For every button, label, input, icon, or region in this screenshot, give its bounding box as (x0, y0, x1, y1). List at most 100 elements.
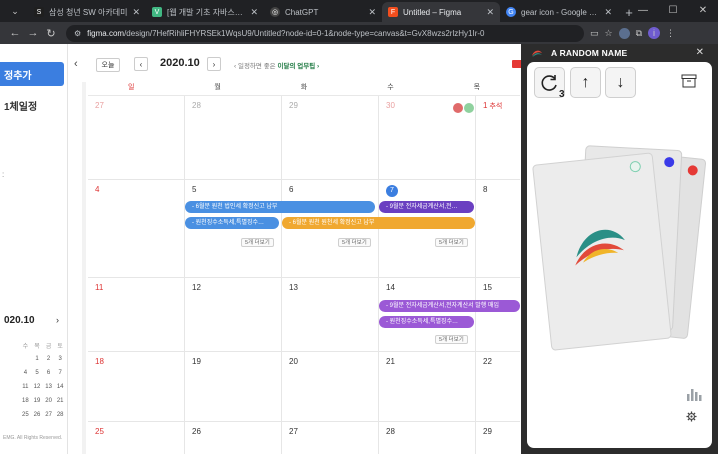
url-host: figma.com (87, 28, 125, 38)
mini-day[interactable]: 21 (54, 398, 66, 404)
day-cell[interactable]: 12 (185, 278, 282, 351)
day-cell[interactable]: 25 (88, 422, 185, 454)
mini-day[interactable]: 20 (43, 398, 55, 404)
day-cell[interactable]: 4 (88, 180, 185, 277)
move-down-button[interactable]: ↓ (605, 67, 636, 98)
tab-favicon: ◎ (270, 7, 280, 17)
refresh-icon (541, 74, 557, 91)
mini-next-button[interactable]: › (56, 315, 59, 325)
mini-day[interactable]: 14 (54, 384, 66, 390)
maximize-icon[interactable]: ☐ (658, 0, 688, 22)
day-cell[interactable]: 21 (379, 352, 476, 421)
close-window-icon[interactable]: ✕ (688, 0, 718, 22)
calendar-scrollbar[interactable] (82, 82, 86, 454)
more-events-link[interactable]: 5개 더보기 (435, 335, 468, 344)
tab-title: gear icon - Google Search (521, 7, 600, 17)
mini-day[interactable]: 11 (20, 384, 32, 390)
tip-link[interactable]: 이달의 업무팁 › (277, 63, 319, 70)
tab-google[interactable]: G gear icon - Google Search ✕ (500, 2, 618, 22)
mini-dow: 목 (34, 343, 40, 350)
prev-month-button[interactable]: ‹ (134, 57, 148, 71)
mini-day[interactable]: 6 (43, 370, 55, 376)
add-event-button[interactable]: 정추가 (0, 62, 64, 86)
event-chip[interactable]: - 원천징수소득세,특별징수… (379, 316, 474, 328)
mini-dow: 금 (45, 343, 52, 350)
back-icon[interactable]: ← (6, 27, 24, 39)
day-cell[interactable]: 11 (88, 278, 185, 351)
tab-samsung[interactable]: S 삼성 청년 SW 아카데미 ✕ (28, 2, 146, 22)
stats-icon[interactable] (686, 387, 702, 401)
minimize-icon[interactable]: — (628, 0, 658, 22)
tab-web-basics[interactable]: V [웹 개발 기초 자바스크립 ✕ (146, 2, 264, 22)
day-number: 13 (289, 283, 298, 292)
tab-search-button[interactable]: ⌄ (5, 1, 25, 21)
more-menu-icon[interactable]: ⋮ (666, 28, 675, 39)
more-events-link[interactable]: 5개 더보기 (435, 238, 468, 247)
tab-chatgpt[interactable]: ◎ ChatGPT ✕ (264, 2, 382, 22)
collapse-sidebar-button[interactable]: ‹ (74, 58, 78, 70)
mini-day[interactable]: 25 (20, 412, 32, 418)
mini-day[interactable]: 12 (31, 384, 43, 390)
close-icon[interactable]: ✕ (132, 7, 140, 18)
extensions-puzzle-icon[interactable]: ⧉ (636, 28, 642, 39)
day-number: 6 (289, 185, 294, 194)
mini-day[interactable]: 19 (31, 398, 43, 404)
mini-day[interactable]: 27 (43, 412, 55, 418)
close-icon[interactable]: ✕ (696, 47, 704, 58)
extension-icon[interactable] (618, 27, 630, 39)
day-number: 5 (192, 185, 197, 194)
url-input[interactable]: ⚙ figma.com/design/7HefRihliFHYRSEk1WqsU… (66, 24, 584, 42)
day-cell[interactable]: 27 (88, 96, 185, 179)
event-chip[interactable]: - 9월분 전자세금계산서,전… (379, 201, 474, 213)
reload-icon[interactable]: ↻ (42, 27, 60, 40)
day-cell[interactable]: 29 (282, 96, 379, 179)
window-controls: — ☐ ✕ (628, 0, 718, 22)
day-number-text: 1 (483, 101, 488, 110)
mini-day[interactable]: 13 (43, 384, 55, 390)
close-icon[interactable]: ✕ (604, 7, 612, 18)
avatar[interactable]: i (648, 27, 661, 39)
card-stack[interactable] (527, 142, 712, 382)
archive-icon[interactable] (681, 74, 697, 88)
tip-banner[interactable]: ‹ 일정하면 좋은 이달의 업무팁 › (234, 60, 319, 70)
day-cell[interactable]: 20 (282, 352, 379, 421)
close-icon[interactable]: ✕ (250, 7, 258, 18)
shuffle-button[interactable]: 3 (534, 67, 565, 100)
day-cell[interactable]: 28 (379, 422, 476, 454)
day-cell[interactable]: 26 (185, 422, 282, 454)
mini-day[interactable]: 7 (54, 370, 66, 376)
day-cell[interactable]: 18 (88, 352, 185, 421)
day-cell[interactable]: 27 (282, 422, 379, 454)
day-cell[interactable]: 28 (185, 96, 282, 179)
site-info-icon[interactable]: ⚙ (74, 29, 81, 38)
day-cell[interactable]: 19 (185, 352, 282, 421)
install-icon[interactable]: ▭ (590, 28, 599, 39)
next-month-button[interactable]: › (207, 57, 221, 71)
event-chip[interactable]: - 원천징수소득세,특별징수… (185, 217, 279, 229)
mini-day[interactable]: 18 (20, 398, 32, 404)
close-icon[interactable]: ✕ (486, 7, 494, 18)
bookmark-star-icon[interactable]: ☆ (605, 28, 613, 39)
event-chip[interactable]: - 6월분 원천 원천세 확정신고 납부 (282, 217, 475, 229)
mini-day[interactable]: 26 (31, 412, 43, 418)
mini-day[interactable]: 2 (43, 356, 55, 362)
more-events-link[interactable]: 5개 더보기 (338, 238, 371, 247)
day-cell[interactable]: 13 (282, 278, 379, 351)
close-icon[interactable]: ✕ (368, 7, 376, 18)
more-events-link[interactable]: 5개 더보기 (241, 238, 274, 247)
mini-day[interactable]: 1 (31, 356, 43, 362)
event-chip[interactable]: - 6월분 원천 법인세 확정신고 납부 (185, 201, 375, 213)
day-cell[interactable]: 30 (379, 96, 476, 179)
gear-icon[interactable] (686, 411, 697, 422)
event-chip[interactable]: - 9월분 전자세금계산서,전자계산서 발행 매입 (379, 300, 520, 312)
mini-day[interactable]: 5 (31, 370, 43, 376)
today-button[interactable]: 오늘 (96, 58, 120, 72)
figma-canvas: 정추가 1체일정 : 020.10 › 수 목 금 토 1 2 3 4 5 6 … (0, 44, 718, 454)
day-number: 27 (289, 427, 298, 436)
tab-figma[interactable]: F Untitled – Figma ✕ (382, 2, 500, 22)
move-up-button[interactable]: ↑ (570, 67, 601, 98)
mini-day[interactable]: 28 (54, 412, 66, 418)
mini-day[interactable]: 3 (54, 356, 66, 362)
forward-icon[interactable]: → (24, 27, 42, 39)
mini-day[interactable]: 4 (20, 370, 32, 376)
